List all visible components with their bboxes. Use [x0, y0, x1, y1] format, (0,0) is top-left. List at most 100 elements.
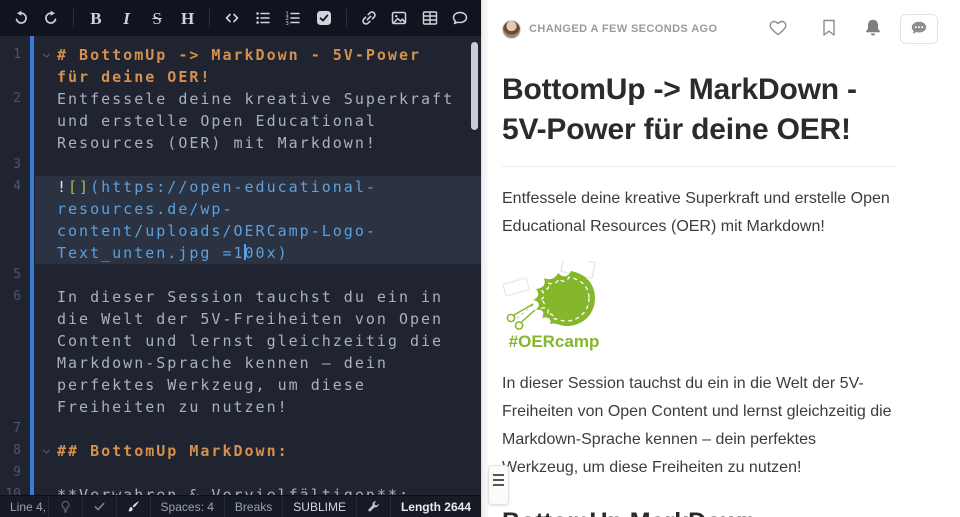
line-number [0, 330, 26, 352]
code-text: content/uploads/OERCamp-Logo- [57, 220, 377, 242]
editor-row[interactable]: 2 Entfessele deine kreative Superkraft [0, 88, 481, 110]
editor-row[interactable]: Text_unten.jpg =100x) [0, 242, 481, 264]
editor-line: # BottomUp -> MarkDown - 5V-Power [35, 44, 481, 66]
toolbar-heading-button[interactable]: H [173, 5, 203, 31]
code-token: perfektes Werkzeug, um diese [57, 376, 366, 394]
line-number [0, 110, 26, 132]
fold-chevron-icon [35, 220, 57, 242]
statusbar-length: Length 2644 [391, 496, 481, 517]
editor-scrollbar-thumb[interactable] [471, 42, 478, 130]
toolbar-redo-button[interactable] [37, 5, 67, 31]
code-token: Markdown-Sprache kennen – dein [57, 354, 388, 372]
editor-row[interactable]: 9 [0, 462, 481, 484]
comments-button[interactable] [900, 14, 938, 44]
ordered-list-icon: 123 [285, 10, 301, 26]
toolbar-separator [209, 9, 210, 27]
editor-line: Markdown-Sprache kennen – dein [35, 352, 481, 374]
check-list-icon [316, 10, 332, 26]
editor-row[interactable]: content/uploads/OERCamp-Logo- [0, 220, 481, 242]
editor-row[interactable]: Resources (OER) mit Markdown! [0, 132, 481, 154]
line-number: 2 [0, 88, 26, 110]
toolbar-bold-button[interactable]: B [81, 5, 111, 31]
editor-row[interactable]: 1# BottomUp -> MarkDown - 5V-Power [0, 44, 481, 66]
unordered-list-icon [255, 10, 271, 26]
code-text: **Verwahren & Vervielfältigen**: [57, 484, 410, 495]
link-icon [361, 10, 377, 26]
editor-row[interactable]: Content und lernst gleichzeitig die [0, 330, 481, 352]
editor-row[interactable]: 10 **Verwahren & Vervielfältigen**: [0, 484, 481, 495]
statusbar-keymap: SUBLIME [283, 496, 357, 517]
toolbar-check-list-button[interactable] [309, 5, 339, 31]
toolbar-ordered-list-button[interactable]: 123 [279, 5, 309, 31]
markdown-editor-app: BISH 123 1# BottomUp -> MarkDown - 5V-Pow… [0, 0, 960, 517]
toolbar-comment-button[interactable] [445, 5, 475, 31]
svg-text:3: 3 [286, 21, 290, 26]
toolbar-undo-button[interactable] [6, 5, 36, 31]
editor-row[interactable]: und erstelle Open Educational [0, 110, 481, 132]
fold-chevron-icon [35, 374, 57, 396]
like-button[interactable] [768, 18, 788, 41]
avatar[interactable] [502, 20, 521, 39]
editor-row[interactable]: perfektes Werkzeug, um diese [0, 374, 481, 396]
toolbar-italic-button[interactable]: I [112, 5, 142, 31]
check-icon [93, 500, 106, 513]
editor-row[interactable]: für deine OER! [0, 66, 481, 88]
toolbar-unordered-list-button[interactable] [248, 5, 278, 31]
fold-chevron-icon[interactable] [35, 440, 57, 462]
toolbar-image-button[interactable] [384, 5, 414, 31]
toolbar-separator [346, 9, 347, 27]
statusbar-settings[interactable] [357, 496, 391, 517]
editor-row[interactable]: 8## BottomUp MarkDown: [0, 440, 481, 462]
active-line: resources.de/wp- [35, 198, 481, 220]
editor-row[interactable]: 5 [0, 264, 481, 286]
statusbar: Line 4, Columns 92 — 21Spaces: 4BreaksSU… [0, 495, 481, 517]
preview-header: CHANGED A FEW SECONDS AGO [482, 0, 960, 46]
gutter-accent-bar [30, 36, 34, 495]
toolbar-link-button[interactable] [354, 5, 384, 31]
notifications-button[interactable] [863, 18, 883, 41]
editor-row[interactable]: 3 [0, 154, 481, 176]
bookmark-button[interactable] [819, 18, 839, 41]
toolbar-code-button[interactable] [217, 5, 247, 31]
toc-toggle-button[interactable] [488, 465, 509, 505]
code-text: für deine OER! [57, 66, 211, 88]
editor-row[interactable]: 7 [0, 418, 481, 440]
statusbar-spellcheck[interactable] [83, 496, 117, 517]
statusbar-theme[interactable] [117, 496, 151, 517]
editor-row[interactable]: 4![](https://open-educational- [0, 176, 481, 198]
toolbar-separator [73, 9, 74, 27]
editor-row[interactable]: 6In dieser Session tauchst du ein in [0, 286, 481, 308]
editor-row[interactable]: Freiheiten zu nutzen! [0, 396, 481, 418]
editor-row[interactable]: die Welt der 5V-Freiheiten von Open [0, 308, 481, 330]
code-text: perfektes Werkzeug, um diese [57, 374, 366, 396]
fold-chevron-icon [35, 462, 57, 484]
statusbar-hint[interactable] [49, 496, 83, 517]
line-number: 10 [0, 484, 26, 495]
editor-row[interactable]: resources.de/wp- [0, 198, 481, 220]
logo-caption: #OERcamp [502, 332, 606, 352]
editor-line: Entfessele deine kreative Superkraft [35, 88, 481, 110]
fold-chevron-icon [35, 66, 57, 88]
fold-chevron-icon [35, 154, 57, 176]
code-token: die Welt der 5V-Freiheiten von Open [57, 310, 443, 328]
undo-icon [13, 10, 29, 26]
fold-chevron-icon [35, 176, 57, 198]
code-editor[interactable]: 1# BottomUp -> MarkDown - 5V-Powerfür de… [0, 36, 481, 495]
lightbulb-icon [59, 500, 72, 513]
image-icon [391, 10, 407, 26]
statusbar-linebreaks: Breaks [225, 496, 283, 517]
toolbar-strikethrough-button[interactable]: S [142, 5, 172, 31]
heading-icon: H [181, 10, 194, 27]
fold-chevron-icon [35, 484, 57, 495]
comment-icon [452, 10, 468, 26]
active-line: content/uploads/OERCamp-Logo- [35, 220, 481, 242]
editor-row[interactable]: Markdown-Sprache kennen – dein [0, 352, 481, 374]
fold-chevron-icon[interactable] [35, 44, 57, 66]
toolbar: BISH 123 [0, 0, 481, 36]
code-text: Entfessele deine kreative Superkraft [57, 88, 454, 110]
toolbar-table-button[interactable] [415, 5, 445, 31]
fold-chevron-icon [35, 352, 57, 374]
wrench-icon [367, 500, 380, 513]
code-token: In dieser Session tauchst du ein in [57, 288, 443, 306]
code-token: und erstelle Open Educational [57, 112, 377, 130]
